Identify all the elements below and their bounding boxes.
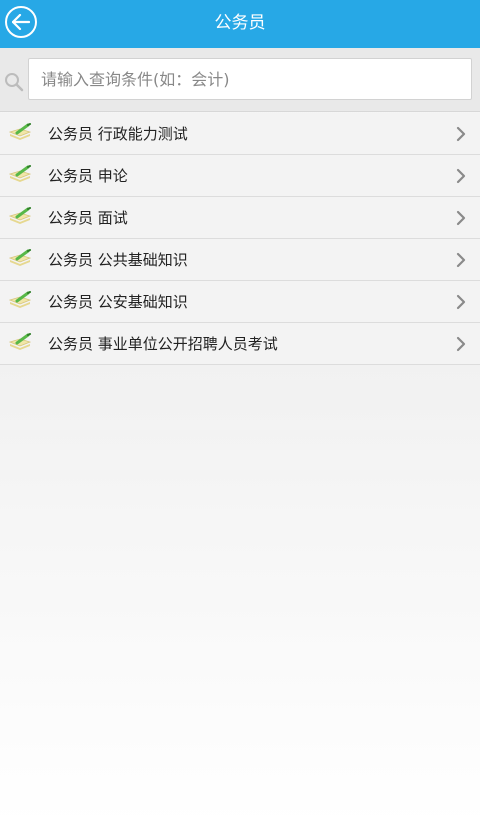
page-title: 公务员 xyxy=(214,13,266,33)
list-item[interactable]: 公务员 行政能力测试 xyxy=(0,113,480,155)
search-bar xyxy=(0,48,480,112)
chevron-right-icon xyxy=(456,336,466,352)
book-pencil-icon xyxy=(8,207,32,224)
book-pencil-icon xyxy=(8,291,32,308)
list-item[interactable]: 公务员 申论 xyxy=(0,155,480,197)
list-item[interactable]: 公务员 事业单位公开招聘人员考试 xyxy=(0,323,480,365)
book-pencil-icon xyxy=(8,123,32,140)
list-item-label: 公务员 事业单位公开招聘人员考试 xyxy=(48,335,278,353)
book-pencil-icon xyxy=(8,165,32,182)
list-item[interactable]: 公务员 面试 xyxy=(0,197,480,239)
list-item-label: 公务员 公安基础知识 xyxy=(48,293,188,311)
search-icon[interactable] xyxy=(3,71,25,93)
book-pencil-icon xyxy=(8,333,32,350)
chevron-right-icon xyxy=(456,126,466,142)
list-item-label: 公务员 面试 xyxy=(48,209,128,227)
chevron-right-icon xyxy=(456,168,466,184)
chevron-right-icon xyxy=(456,294,466,310)
chevron-right-icon xyxy=(456,252,466,268)
list-item-label: 公务员 公共基础知识 xyxy=(48,251,188,269)
book-pencil-icon xyxy=(8,249,32,266)
list-item[interactable]: 公务员 公安基础知识 xyxy=(0,281,480,323)
chevron-right-icon xyxy=(456,210,466,226)
exam-list: 公务员 行政能力测试 公务员 申论 公务员 面试 公务员 公共基础知识 公务员 … xyxy=(0,113,480,365)
header-bar: 公务员 xyxy=(0,0,480,48)
search-input[interactable] xyxy=(28,58,472,100)
list-item-label: 公务员 行政能力测试 xyxy=(48,125,188,143)
list-item-label: 公务员 申论 xyxy=(48,167,128,185)
list-item[interactable]: 公务员 公共基础知识 xyxy=(0,239,480,281)
